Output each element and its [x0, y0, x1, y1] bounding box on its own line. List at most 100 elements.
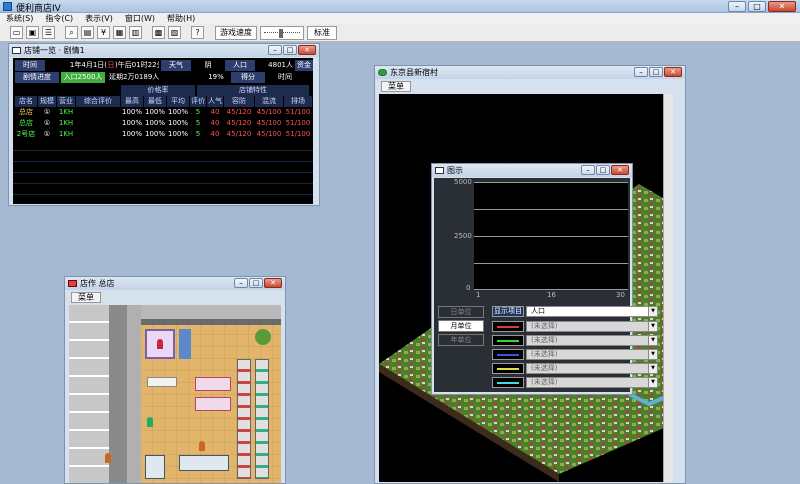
series-select[interactable]: (未选择) ▼	[526, 321, 658, 332]
y-tick-label: 5000	[454, 178, 472, 186]
city-menu-button[interactable]: 菜单	[381, 81, 411, 92]
col-eval[interactable]: 评价	[190, 96, 206, 107]
close-button[interactable]: ✕	[264, 278, 282, 288]
minimize-button[interactable]: –	[581, 165, 595, 175]
close-button[interactable]: ✕	[664, 67, 682, 77]
progress-bar: 入口2500人	[61, 72, 105, 83]
col-max[interactable]: 最高	[121, 96, 143, 107]
table-row[interactable]: 总店 ① 1KH 100% 100% 100% 5 40 45/120 45/1…	[13, 107, 313, 118]
cell: 40	[210, 130, 220, 138]
store-list-window: 店铺一览 · 剧情1 – □ ✕ 时间 1年4月1日( 日 )午后01时22分 …	[8, 43, 320, 206]
money-icon[interactable]: ¥	[97, 26, 110, 39]
register-icon[interactable]: ▦	[113, 26, 126, 39]
maximize-button[interactable]: □	[649, 67, 663, 77]
close-button[interactable]: ✕	[298, 45, 316, 55]
stats-icon[interactable]: ☰	[42, 26, 55, 39]
monthly-unit-button[interactable]: 月单位	[438, 320, 484, 332]
slider-thumb[interactable]	[279, 28, 283, 38]
chart-icon[interactable]: ▩	[152, 26, 165, 39]
col-min[interactable]: 最低	[144, 96, 166, 107]
chevron-down-icon[interactable]: ▼	[648, 336, 657, 345]
col-name[interactable]: 店名	[15, 96, 37, 107]
shelf	[195, 397, 231, 411]
series-select[interactable]: (未选择) ▼	[526, 335, 658, 346]
save-icon[interactable]: ▣	[26, 26, 39, 39]
shelf	[255, 359, 269, 479]
game-speed-label: 游戏速度	[215, 25, 257, 40]
series-value: (未选择)	[531, 336, 558, 344]
close-button[interactable]: ✕	[768, 1, 796, 12]
menu-help[interactable]: 帮助(H)	[161, 13, 201, 24]
series-color-swatch	[492, 349, 524, 360]
series-select[interactable]: (未选择) ▼	[526, 363, 658, 374]
yearly-unit-button[interactable]: 年单位	[438, 334, 484, 346]
chart-icon	[435, 167, 444, 174]
new-file-icon[interactable]: ▭	[10, 26, 23, 39]
date-value: 1年4月1日(	[47, 60, 107, 71]
close-button[interactable]: ✕	[611, 165, 629, 175]
help-icon[interactable]: ?	[191, 26, 204, 39]
game-speed-slider[interactable]	[260, 25, 304, 40]
series-value: (未选择)	[531, 364, 558, 372]
table-row[interactable]: 2号店 ① 1KH 100% 100% 100% 5 40 45/120 45/…	[13, 129, 313, 140]
col-flow[interactable]: 混流	[255, 96, 283, 107]
cell: 45/120	[226, 119, 252, 127]
chevron-down-icon[interactable]: ▼	[648, 364, 657, 373]
gridline	[474, 182, 628, 183]
chevron-down-icon[interactable]: ▼	[648, 350, 657, 359]
calendar-icon[interactable]: ▥	[129, 26, 142, 39]
series-select[interactable]: (未选择) ▼	[526, 377, 658, 388]
minimize-button[interactable]: –	[728, 1, 746, 12]
cell: 100%	[167, 119, 188, 127]
cell: 45/120	[226, 130, 252, 138]
card-icon[interactable]: ▤	[81, 26, 94, 39]
x-tick-label: 16	[547, 291, 556, 299]
table-row[interactable]: 总店 ① 1KH 100% 100% 100% 5 40 45/120 45/1…	[13, 118, 313, 129]
menu-view[interactable]: 表示(V)	[79, 13, 119, 24]
minimize-button[interactable]: –	[634, 67, 648, 77]
shelf	[179, 455, 229, 471]
menu-window[interactable]: 窗口(W)	[119, 13, 161, 24]
map-scrollbar[interactable]	[663, 94, 673, 482]
shelf	[145, 455, 165, 479]
minimize-button[interactable]: –	[234, 278, 248, 288]
col-popular[interactable]: 人气	[207, 96, 223, 107]
col-display[interactable]: 排场	[284, 96, 312, 107]
search-icon[interactable]: ⌕	[65, 26, 78, 39]
col-open[interactable]: 营业	[57, 96, 75, 107]
gridline	[474, 236, 628, 237]
graph-body: 5000 2500 0 1 16 30 日单位 月单位 年单位 显示项目 人口 ▼…	[434, 178, 658, 392]
menu-system[interactable]: 系统(S)	[0, 13, 39, 24]
store-icon	[68, 280, 77, 287]
maximize-button[interactable]: □	[596, 165, 610, 175]
shelf	[255, 329, 271, 345]
chevron-down-icon[interactable]: ▼	[648, 322, 657, 331]
col-capacity[interactable]: 容防	[224, 96, 254, 107]
gridline	[474, 263, 628, 264]
y-tick-label: 0	[466, 284, 471, 292]
series-select[interactable]: (未选择) ▼	[526, 349, 658, 360]
maximize-button[interactable]: □	[283, 45, 297, 55]
store-menu-button[interactable]: 菜单	[71, 292, 101, 303]
cell: 1KH	[58, 130, 74, 138]
weather-label: 天气	[161, 60, 191, 71]
col-rating[interactable]: 综合评价	[76, 96, 120, 107]
parking-lot	[69, 305, 109, 483]
cell: 100%	[167, 130, 188, 138]
image-icon[interactable]: ▨	[168, 26, 181, 39]
col-avg[interactable]: 平均	[167, 96, 189, 107]
gridline	[474, 209, 628, 210]
maximize-button[interactable]: □	[748, 1, 766, 12]
cell: 45/100	[256, 108, 282, 116]
plot-area	[474, 182, 628, 290]
col-size[interactable]: 规模	[38, 96, 56, 107]
register-counter	[147, 377, 177, 387]
chevron-down-icon[interactable]: ▼	[648, 307, 657, 316]
store-floor-view[interactable]	[69, 305, 281, 483]
menu-command[interactable]: 指令(C)	[39, 13, 79, 24]
minimize-button[interactable]: –	[268, 45, 282, 55]
maximize-button[interactable]: □	[249, 278, 263, 288]
chevron-down-icon[interactable]: ▼	[648, 378, 657, 387]
display-item-select[interactable]: 人口 ▼	[526, 306, 658, 317]
daily-unit-button[interactable]: 日单位	[438, 306, 484, 318]
